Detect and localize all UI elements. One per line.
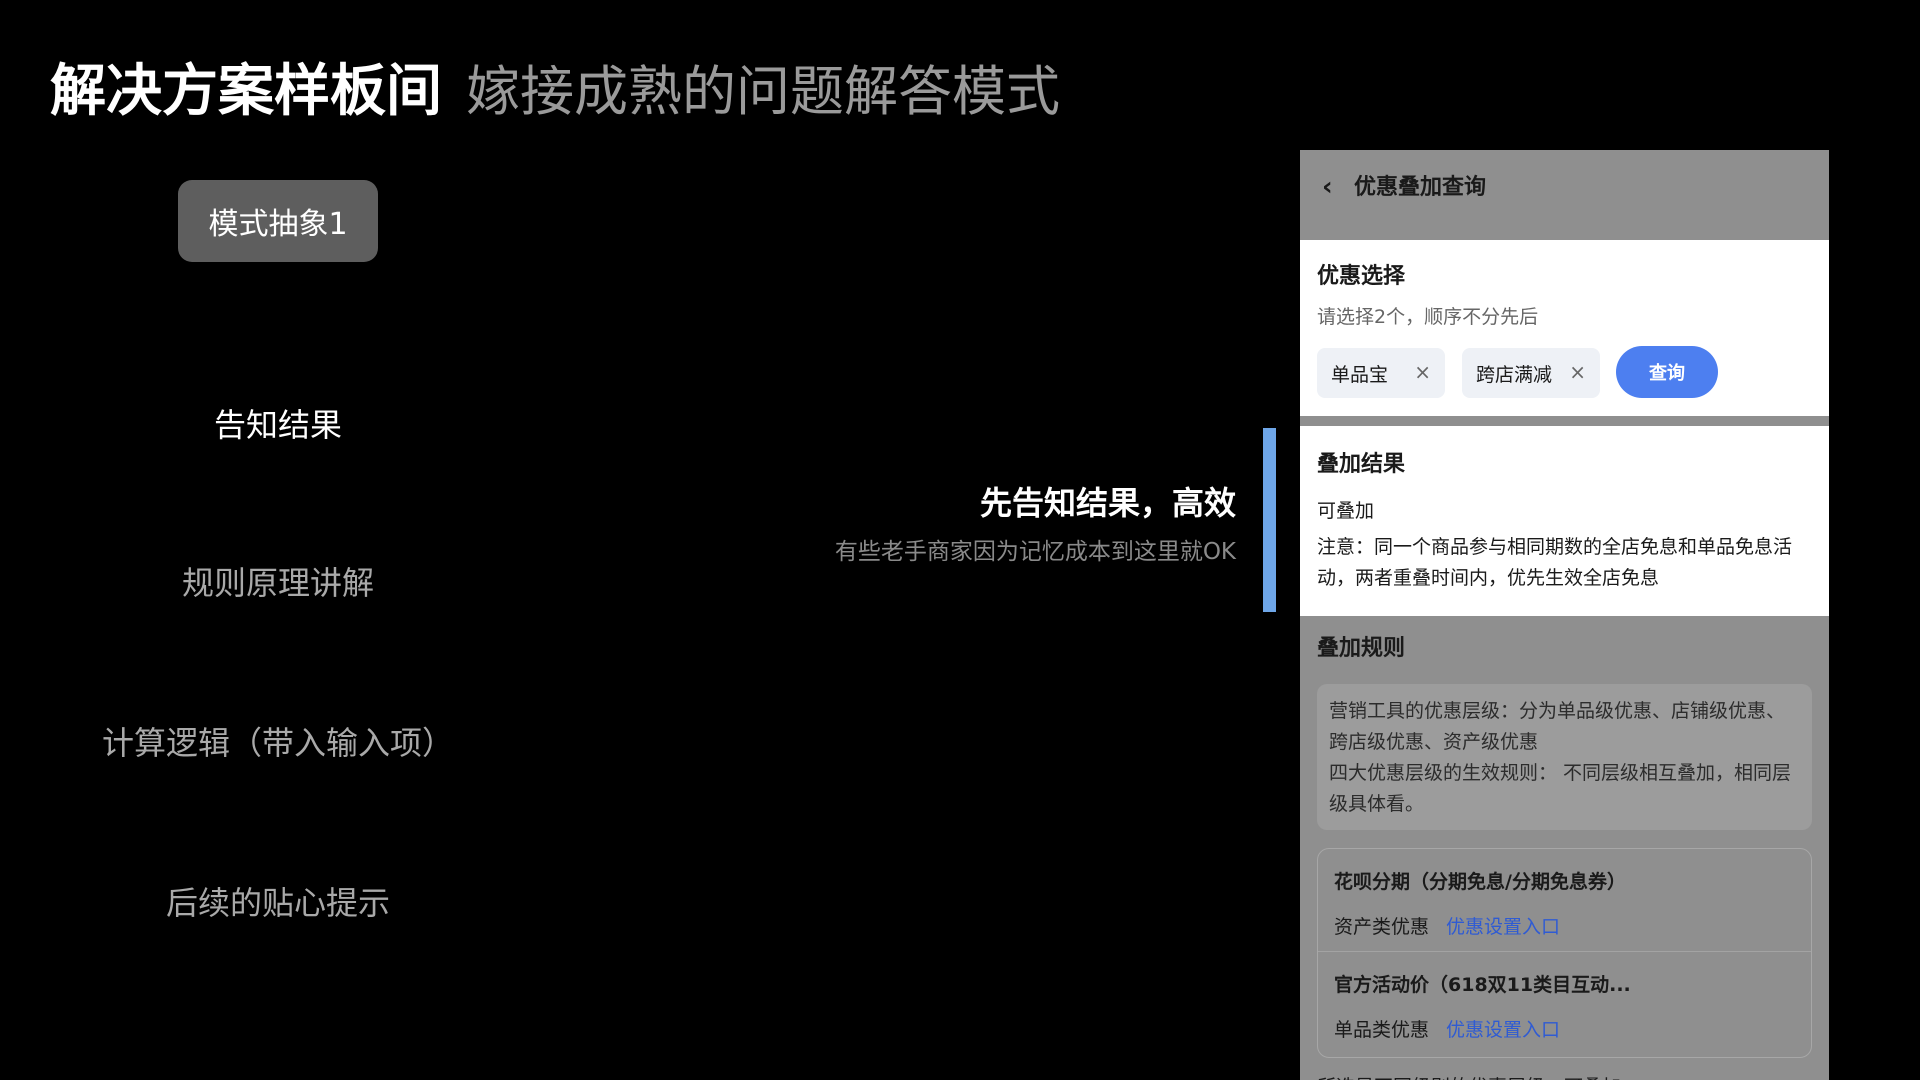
chip-label: 跨店满减 — [1476, 363, 1553, 386]
discount-select-card: 优惠选择 请选择2个，顺序不分先后 单品宝 × 跨店满减 × 查询 — [1300, 240, 1829, 416]
list-item: 花呗分期（分期免息/分期免息券） 资产类优惠 优惠设置入口 — [1318, 849, 1811, 951]
step-item-result: 告知结果 — [213, 406, 343, 444]
section-title-select: 优惠选择 — [1317, 264, 1406, 289]
chevron-left-icon[interactable]: ‹ — [1322, 172, 1342, 202]
slide-subtitle: 嫁接成熟的问题解答模式 — [466, 60, 1060, 123]
step-item-calculation-logic: 计算逻辑（带入输入项） — [101, 724, 455, 762]
select-hint: 请选择2个，顺序不分先后 — [1317, 306, 1539, 328]
phone-header: ‹ 优惠叠加查询 — [1300, 150, 1829, 240]
promotion-settings-link[interactable]: 优惠设置入口 — [1446, 1015, 1560, 1042]
step-item-follow-up-tips: 后续的贴心提示 — [165, 884, 391, 922]
list-item: 官方活动价（618双11类目互动... 单品类优惠 优惠设置入口 — [1318, 951, 1811, 1054]
promotion-name: 花呗分期（分期免息/分期免息券） — [1334, 871, 1626, 893]
result-card: 叠加结果 可叠加 注意：同一个商品参与相同期数的全店免息和单品免息活动，两者重叠… — [1300, 426, 1829, 616]
slide-page: 解决方案样板间 嫁接成熟的问题解答模式 模式抽象1 告知结果 规则原理讲解 计算… — [0, 0, 1920, 1080]
chip-single-product[interactable]: 单品宝 × — [1317, 348, 1445, 398]
chip-cross-store[interactable]: 跨店满减 × — [1462, 348, 1600, 398]
step-item-rule-explanation: 规则原理讲解 — [181, 564, 375, 602]
promotion-type: 资产类优惠 — [1334, 916, 1430, 938]
rules-line: 营销工具的优惠层级：分为单品级优惠、店铺级优惠、跨店级优惠、资产级优惠 — [1329, 700, 1786, 753]
promotion-name: 官方活动价（618双11类目互动... — [1334, 974, 1631, 996]
callout-title: 先告知结果，高效 — [979, 484, 1236, 522]
slide-title: 解决方案样板间 — [50, 59, 442, 124]
phone-header-title: 优惠叠加查询 — [1354, 175, 1487, 200]
query-button[interactable]: 查询 — [1616, 346, 1718, 398]
promotion-list: 花呗分期（分期免息/分期免息券） 资产类优惠 优惠设置入口 官方活动价（618双… — [1317, 848, 1812, 1058]
promotion-type: 单品类优惠 — [1334, 1019, 1430, 1041]
section-title-rules: 叠加规则 — [1317, 636, 1406, 661]
result-note: 注意：同一个商品参与相同期数的全店免息和单品免息活动，两者重叠时间内，优先生效全… — [1317, 536, 1793, 589]
promotion-settings-link[interactable]: 优惠设置入口 — [1446, 912, 1560, 939]
result-status: 可叠加 — [1317, 500, 1375, 522]
section-title-result: 叠加结果 — [1317, 452, 1406, 477]
accent-bar — [1263, 428, 1276, 612]
rules-box: 营销工具的优惠层级：分为单品级优惠、店铺级优惠、跨店级优惠、资产级优惠 四大优惠… — [1317, 684, 1812, 830]
rules-line: 四大优惠层级的生效规则： 不同层级相互叠加，相同层级具体看。 — [1329, 762, 1792, 815]
chip-label: 单品宝 — [1331, 363, 1389, 386]
close-icon[interactable]: × — [1414, 360, 1431, 384]
bottom-summary-text: 所选是不同级别的优惠层级，可叠加 — [1317, 1072, 1621, 1080]
callout-description: 有些老手商家因为记忆成本到这里就OK — [834, 539, 1236, 565]
phone-mockup: ‹ 优惠叠加查询 优惠选择 请选择2个，顺序不分先后 单品宝 × 跨店满减 × … — [1300, 150, 1829, 1080]
close-icon[interactable]: × — [1569, 360, 1586, 384]
mode-badge: 模式抽象1 — [178, 180, 378, 262]
